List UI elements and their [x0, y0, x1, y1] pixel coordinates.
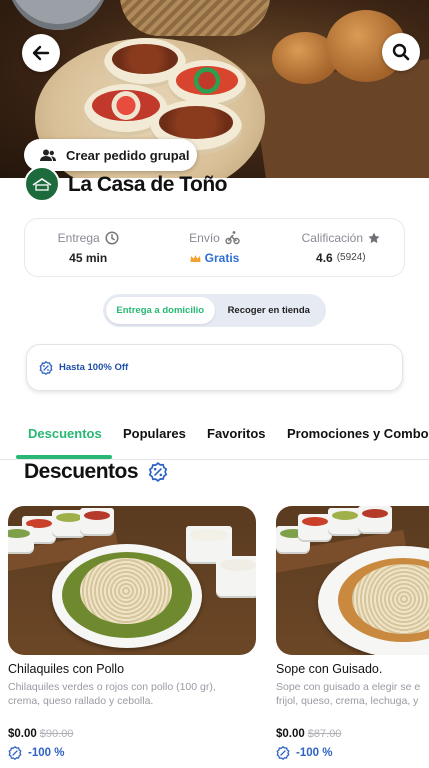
logo-house-icon — [32, 178, 52, 191]
search-button[interactable] — [382, 33, 420, 71]
category-tabs: Descuentos Populares Favoritos Promocion… — [0, 418, 429, 460]
delivery-label: Entrega — [57, 230, 100, 245]
product-original-price: $87.00 — [307, 728, 342, 740]
section-title: Descuentos — [24, 460, 139, 483]
toggle-delivery[interactable]: Entrega a domicilio — [106, 297, 215, 324]
clock-icon — [105, 230, 119, 245]
restaurant-logo — [24, 166, 60, 202]
product-image — [8, 506, 256, 655]
section-heading: Descuentos — [24, 460, 168, 484]
crown-icon — [190, 254, 201, 262]
product-discount: -100 % — [296, 747, 333, 759]
shipping-label: Envío — [189, 230, 220, 245]
rating-label: Calificación — [301, 230, 363, 245]
search-icon — [392, 43, 410, 61]
restaurant-info-card: Entrega 45 min Envío Gratis Calificación… — [24, 218, 405, 277]
product-discount: -100 % — [28, 747, 65, 759]
promo-banner[interactable]: Hasta 100% Off — [26, 344, 403, 391]
product-price: $0.00 — [8, 728, 37, 740]
product-card[interactable]: Chilaquiles con Pollo Chilaquiles verdes… — [8, 506, 256, 760]
discount-badge-icon — [276, 746, 290, 760]
hero-image: Crear pedido grupal — [0, 0, 429, 178]
tab-promociones-combos[interactable]: Promociones y Combos — [287, 426, 429, 441]
delivery-time: Entrega 45 min — [25, 219, 151, 276]
product-name: Sope con Guisado. — [276, 662, 383, 676]
group-order-label: Crear pedido grupal — [66, 147, 190, 163]
discount-badge-icon — [148, 462, 168, 482]
delivery-value: 45 min — [69, 250, 108, 265]
product-description-line1: Sope con guisado a elegir se e — [276, 681, 421, 693]
product-original-price: $90.00 — [39, 728, 74, 740]
rating-count: (5924) — [336, 252, 366, 263]
promo-text: Hasta 100% Off — [59, 362, 129, 373]
active-tab-indicator — [16, 455, 112, 459]
toggle-pickup[interactable]: Recoger en tienda — [215, 297, 324, 324]
tab-favoritos[interactable]: Favoritos — [207, 426, 266, 441]
delivery-mode-toggle: Entrega a domicilio Recoger en tienda — [103, 294, 326, 327]
tab-populares[interactable]: Populares — [123, 426, 186, 441]
create-group-order-button[interactable]: Crear pedido grupal — [24, 139, 197, 171]
arrow-left-icon — [32, 45, 50, 61]
product-description-line2: frijol, queso, crema, lechuga, y — [276, 695, 419, 707]
product-card[interactable]: Sope con Guisado. Sope con guisado a ele… — [276, 506, 429, 760]
salsa-bowl — [8, 0, 108, 30]
product-description-line2: crema, queso rallado y cebolla. — [8, 695, 154, 707]
restaurant-page: Crear pedido grupal La Casa de Toño Entr… — [0, 0, 429, 768]
shipping-cost: Envío Gratis — [151, 219, 277, 276]
rating-value: 4.6 — [316, 250, 333, 265]
people-icon — [40, 149, 56, 161]
product-image — [276, 506, 429, 655]
rating: Calificación 4.6 (5924) — [278, 219, 404, 276]
tab-descuentos[interactable]: Descuentos — [28, 426, 102, 441]
back-button[interactable] — [22, 34, 60, 72]
product-price: $0.00 — [276, 728, 305, 740]
basket — [120, 0, 270, 36]
discount-badge-icon — [39, 360, 53, 375]
restaurant-name: La Casa de Toño — [68, 173, 227, 196]
product-name: Chilaquiles con Pollo — [8, 662, 125, 676]
product-description-line1: Chilaquiles verdes o rojos con pollo (10… — [8, 681, 216, 693]
shipping-value: Gratis — [204, 251, 240, 265]
discount-badge-icon — [8, 746, 22, 760]
star-icon — [368, 232, 380, 243]
bike-icon — [225, 231, 240, 245]
